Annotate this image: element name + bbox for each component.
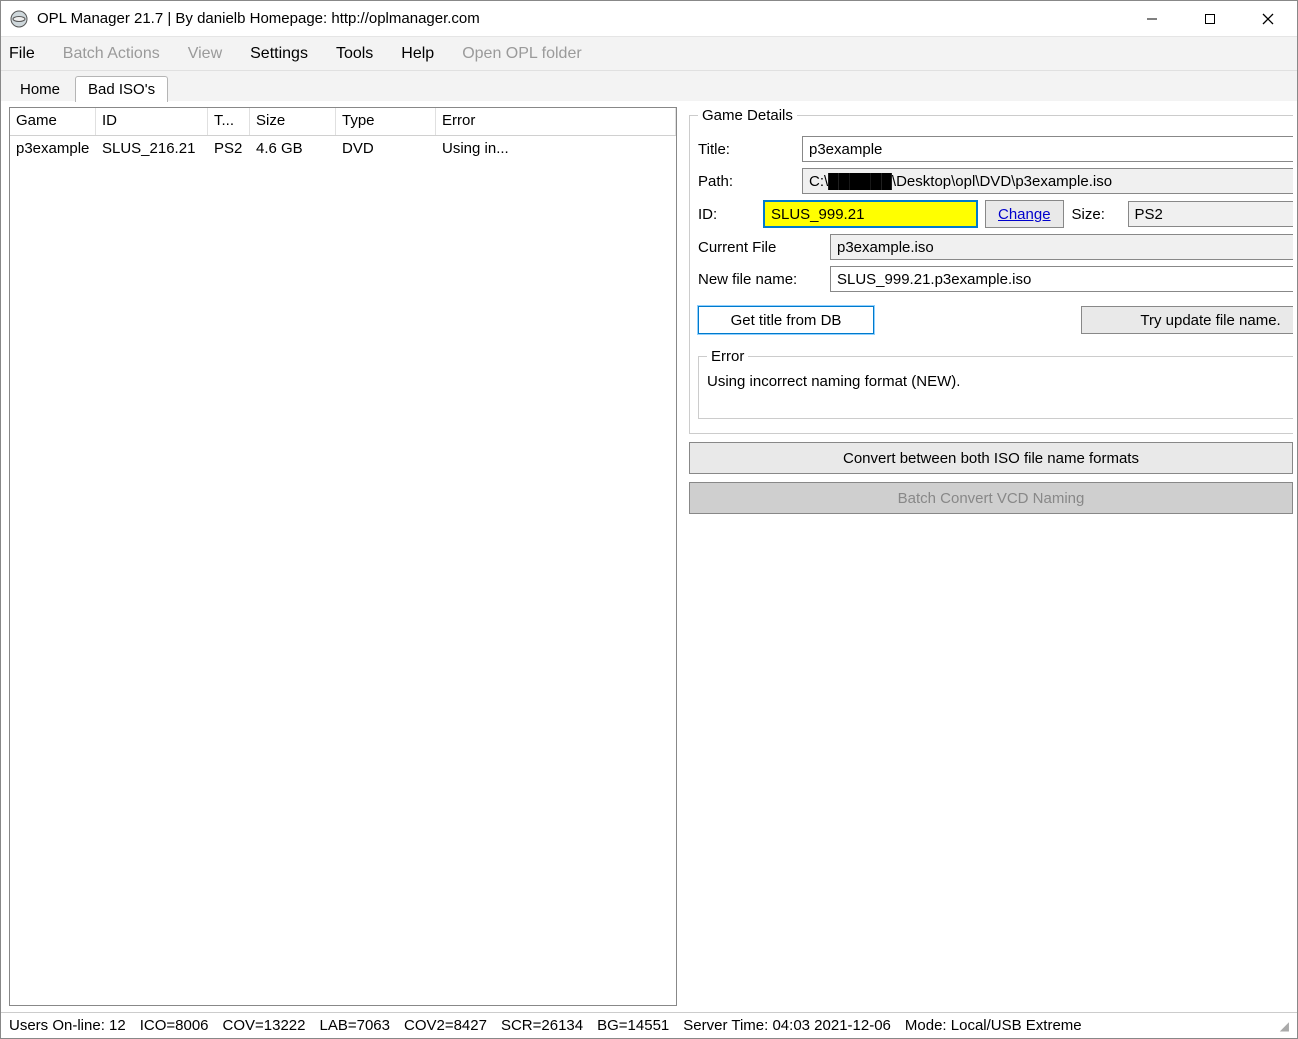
menu-help[interactable]: Help [401,45,434,63]
status-ico: ICO=8006 [140,1017,209,1034]
table-row[interactable]: p3example SLUS_216.21 PS2 4.6 GB DVD Usi… [10,136,676,164]
game-details-legend: Game Details [698,107,797,124]
tab-strip: Home Bad ISO's [1,71,1297,101]
current-file-input[interactable] [830,234,1293,260]
col-header-size[interactable]: Size [250,108,336,135]
cell-error: Using in... [436,136,676,164]
status-scr: SCR=26134 [501,1017,583,1034]
minimize-button[interactable] [1123,1,1181,37]
new-file-label: New file name: [698,271,822,288]
current-file-label: Current File [698,239,822,256]
close-button[interactable] [1239,1,1297,37]
batch-convert-vcd-button: Batch Convert VCD Naming [689,482,1293,514]
size-label: Size: [1072,206,1120,223]
id-label: ID: [698,206,756,223]
status-users: Users On-line: 12 [9,1017,126,1034]
try-update-file-name-button[interactable]: Try update file name. [1081,306,1293,334]
status-server-time: Server Time: 04:03 2021-12-06 [683,1017,891,1034]
iso-list: Game ID T... Size Type Error p3example S… [9,107,677,1006]
status-lab: LAB=7063 [320,1017,390,1034]
resize-grip-icon[interactable]: ◢ [1280,1019,1289,1033]
new-file-input[interactable] [830,266,1293,292]
titlebar: OPL Manager 21.7 | By danielb Homepage: … [1,1,1297,37]
col-header-error[interactable]: Error [436,108,676,135]
game-details-group: Game Details Title: Path: ID: Change Siz… [689,107,1293,434]
right-pane: Game Details Title: Path: ID: Change Siz… [689,107,1293,1006]
list-body[interactable]: p3example SLUS_216.21 PS2 4.6 GB DVD Usi… [10,136,676,1005]
status-mode: Mode: Local/USB Extreme [905,1017,1082,1034]
cell-t: PS2 [208,136,250,164]
convert-iso-formats-button[interactable]: Convert between both ISO file name forma… [689,442,1293,474]
change-button[interactable]: Change [985,200,1064,228]
cell-size: 4.6 GB [250,136,336,164]
list-header: Game ID T... Size Type Error [10,108,676,136]
statusbar: Users On-line: 12 ICO=8006 COV=13222 LAB… [1,1012,1297,1038]
col-header-type[interactable]: Type [336,108,436,135]
status-bg: BG=14551 [597,1017,669,1034]
menu-open-opl-folder[interactable]: Open OPL folder [462,45,581,63]
tab-home[interactable]: Home [7,76,73,102]
size-input[interactable] [1128,201,1293,227]
menu-view[interactable]: View [188,45,222,63]
menu-settings[interactable]: Settings [250,45,308,63]
tab-bad-isos[interactable]: Bad ISO's [75,76,168,102]
path-input[interactable] [802,168,1293,194]
path-label: Path: [698,173,794,190]
cell-game: p3example [10,136,96,164]
maximize-button[interactable] [1181,1,1239,37]
error-group: Error Using incorrect naming format (NEW… [698,348,1293,419]
col-header-t[interactable]: T... [208,108,250,135]
menu-file[interactable]: File [9,45,35,63]
cell-type: DVD [336,136,436,164]
title-input[interactable] [802,136,1293,162]
main-area: Game ID T... Size Type Error p3example S… [1,101,1297,1012]
app-icon [9,9,29,29]
error-text: Using incorrect naming format (NEW). [707,373,1293,390]
menu-tools[interactable]: Tools [336,45,373,63]
title-label: Title: [698,141,794,158]
status-cov: COV=13222 [223,1017,306,1034]
window-title: OPL Manager 21.7 | By danielb Homepage: … [37,10,480,27]
col-header-game[interactable]: Game [10,108,96,135]
col-header-id[interactable]: ID [96,108,208,135]
menubar: File Batch Actions View Settings Tools H… [1,37,1297,71]
id-input[interactable] [764,201,977,227]
cell-id: SLUS_216.21 [96,136,208,164]
get-title-from-db-button[interactable]: Get title from DB [698,306,874,334]
error-legend: Error [707,348,748,365]
menu-batch-actions[interactable]: Batch Actions [63,45,160,63]
status-cov2: COV2=8427 [404,1017,487,1034]
